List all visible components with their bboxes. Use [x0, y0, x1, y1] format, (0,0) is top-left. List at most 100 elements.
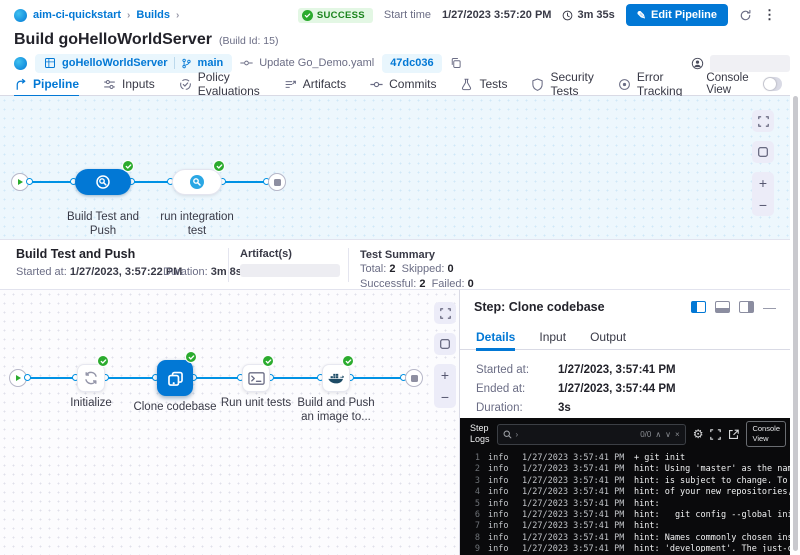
stage-label[interactable]: run integration test: [155, 210, 239, 239]
tab-policy-evaluations[interactable]: Policy Evaluations: [179, 73, 260, 96]
fullscreen-icon[interactable]: [434, 302, 456, 324]
divider: [228, 248, 229, 282]
log-line-number: 6: [460, 510, 480, 521]
layout-right-icon[interactable]: [739, 301, 754, 313]
tab-security-tests[interactable]: Security Tests: [531, 73, 593, 96]
edit-pipeline-button[interactable]: ✎ Edit Pipeline: [626, 4, 728, 26]
search-prev-icon[interactable]: ∧: [655, 430, 661, 439]
step-label[interactable]: Clone codebase: [130, 400, 220, 414]
tab-error-tracking[interactable]: Error Tracking: [618, 73, 683, 96]
status-badge: SUCCESS: [298, 8, 373, 23]
console-view-switch[interactable]: [763, 77, 781, 91]
zoom-in-button[interactable]: +: [752, 172, 774, 194]
tab-pipeline[interactable]: Pipeline: [14, 73, 79, 96]
minimize-panel-icon[interactable]: —: [763, 301, 776, 314]
commit-message-row: Update Go_Demo.yaml: [240, 57, 374, 69]
stage-label[interactable]: Build Test and Push: [61, 210, 145, 239]
pipeline-end-node: [268, 173, 286, 191]
success-check-icon: [122, 160, 134, 172]
zoom-out-button[interactable]: −: [434, 386, 456, 408]
step-node-build-and-push-image[interactable]: [322, 364, 350, 392]
top-bar: aim-ci-quickstart › Builds › SUCCESS Sta…: [0, 0, 790, 30]
log-search-input[interactable]: [522, 429, 636, 439]
log-message: hint: of your new repositories, which w: [634, 487, 790, 498]
step-node-run-unit-tests[interactable]: [242, 364, 270, 392]
policy-check-icon: [179, 78, 192, 91]
tab-label: Artifacts: [303, 77, 346, 91]
tab-input[interactable]: Input: [539, 324, 566, 350]
breadcrumb-builds[interactable]: Builds: [136, 9, 170, 21]
duration-display: 3m 35s: [562, 9, 614, 21]
open-in-new-icon[interactable]: [728, 429, 739, 440]
zoom-out-button[interactable]: −: [752, 194, 774, 216]
stage-graph-canvas[interactable]: Build Test and Push run integration test…: [0, 96, 790, 240]
scrollbar-thumb[interactable]: [793, 96, 798, 551]
tab-output[interactable]: Output: [590, 324, 626, 350]
step-node-initialize[interactable]: [77, 364, 105, 392]
detail-value: 1/27/2023, 3:57:44 PM: [558, 383, 676, 395]
ci-stage-icon: [189, 174, 205, 190]
more-options-icon[interactable]: ⋮: [763, 7, 776, 23]
commit-icon: [240, 58, 253, 68]
search-close-icon[interactable]: ×: [675, 430, 680, 439]
zoom-in-button[interactable]: +: [434, 364, 456, 386]
stage-node-run-integration-test[interactable]: [172, 169, 222, 195]
tab-inputs[interactable]: Inputs: [103, 73, 155, 96]
layout-left-icon[interactable]: [691, 301, 706, 313]
tab-commits[interactable]: Commits: [370, 73, 436, 96]
log-lines[interactable]: 1info1/27/2023 3:57:41 PM+ git init 2inf…: [460, 450, 790, 552]
log-line-number: 7: [460, 521, 480, 532]
breadcrumb-separator: ›: [127, 10, 130, 21]
start-time-value: 1/27/2023 3:57:20 PM: [442, 9, 551, 21]
tab-artifacts[interactable]: Artifacts: [284, 73, 346, 96]
edge: [27, 377, 77, 379]
fullscreen-icon[interactable]: [752, 110, 774, 132]
user-name-redacted: [710, 55, 790, 72]
step-label[interactable]: Build and Push an image to...: [292, 396, 380, 425]
log-message: + git init: [634, 453, 685, 464]
breadcrumb-separator: ›: [176, 10, 179, 21]
breadcrumb-project[interactable]: aim-ci-quickstart: [33, 9, 121, 21]
search-next-icon[interactable]: ∨: [665, 430, 671, 439]
duration-value: 3m 8s: [211, 266, 242, 278]
console-view-button[interactable]: Console View: [746, 421, 786, 447]
stage-node-build-test-and-push[interactable]: [75, 169, 131, 195]
log-line-number: 1: [460, 453, 480, 464]
log-message: hint:: [634, 521, 660, 532]
status-badge-label: SUCCESS: [317, 10, 365, 21]
copy-icon[interactable]: [450, 57, 462, 69]
fit-view-icon[interactable]: [752, 141, 774, 163]
log-fullscreen-icon[interactable]: [710, 429, 721, 440]
layout-bottom-icon[interactable]: [715, 301, 730, 313]
tab-label: Policy Evaluations: [198, 70, 260, 98]
step-node-clone-codebase[interactable]: [157, 360, 193, 396]
ci-module-icon: [14, 57, 27, 70]
inputs-icon: [103, 78, 116, 91]
tab-details[interactable]: Details: [476, 324, 515, 350]
fit-view-icon[interactable]: [434, 333, 456, 355]
step-label[interactable]: Run unit tests: [216, 396, 296, 410]
edge: [131, 181, 172, 183]
check-icon: [302, 10, 313, 21]
commit-sha[interactable]: 47dc036: [382, 54, 441, 73]
log-level: info: [488, 487, 514, 498]
step-panel-header: Step: Clone codebase —: [460, 290, 790, 324]
step-graph-canvas[interactable]: Initialize Clone codebase Run unit tests…: [0, 290, 460, 555]
step-label[interactable]: Initialize: [51, 396, 131, 410]
refresh-icon[interactable]: [739, 9, 752, 22]
detail-label: Started at:: [476, 364, 540, 376]
step-details-panel: Step: Clone codebase — Details Input Out…: [460, 290, 790, 555]
success-check-icon: [262, 355, 274, 367]
detail-value: 1/27/2023, 3:57:41 PM: [558, 364, 676, 376]
log-message: hint: 'development'. The just-created b: [634, 544, 790, 552]
stage-summary-name: Build Test and Push: [16, 247, 135, 261]
main-tabbar: Pipeline Inputs Policy Evaluations Artif…: [0, 73, 790, 96]
successful-value: 2: [419, 278, 425, 290]
log-timestamp: 1/27/2023 3:57:41 PM: [522, 521, 628, 532]
log-settings-gear-icon[interactable]: ⚙: [693, 427, 704, 441]
log-level: info: [488, 453, 514, 464]
log-line-number: 5: [460, 499, 480, 510]
tab-tests[interactable]: Tests: [460, 73, 507, 96]
console-view-label: Console View: [706, 72, 756, 96]
repo-name: goHelloWorldServer: [62, 57, 168, 69]
